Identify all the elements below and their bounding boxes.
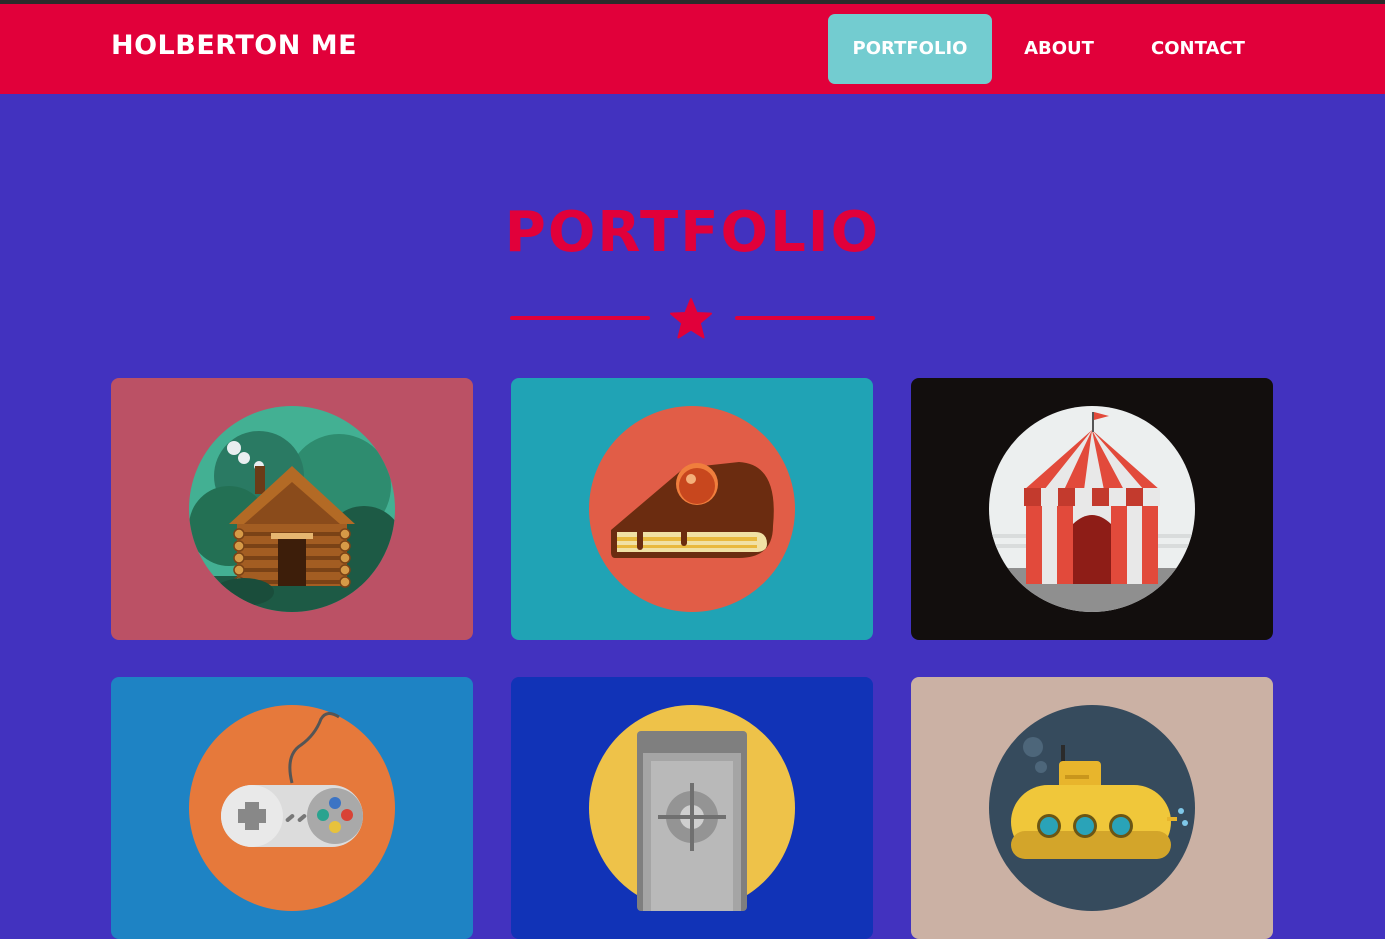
- navbar: HOLBERTON ME PORTFOLIO ABOUT CONTACT: [0, 4, 1385, 94]
- log-cabin-icon: [189, 406, 395, 612]
- portfolio-item-circus[interactable]: [911, 378, 1273, 640]
- cake-slice-icon: [589, 406, 795, 612]
- brand-logo[interactable]: HOLBERTON ME: [111, 30, 357, 61]
- safe-icon: [589, 705, 795, 911]
- game-controller-icon: [189, 705, 395, 911]
- portfolio-item-controller[interactable]: [111, 677, 473, 939]
- section-title: PORTFOLIO: [504, 200, 881, 265]
- submarine-icon: [989, 705, 1195, 911]
- nav-about-link[interactable]: ABOUT: [1000, 14, 1118, 84]
- divider-right-line: [735, 316, 875, 320]
- portfolio-item-cabin[interactable]: [111, 378, 473, 640]
- portfolio-item-cake[interactable]: [511, 378, 873, 640]
- portfolio-item-submarine[interactable]: [911, 677, 1273, 939]
- circus-tent-icon: [989, 406, 1195, 612]
- nav-contact-link[interactable]: CONTACT: [1128, 14, 1268, 84]
- portfolio-item-safe[interactable]: [511, 677, 873, 939]
- divider-left-line: [510, 316, 650, 320]
- nav-portfolio-link[interactable]: PORTFOLIO: [828, 14, 992, 84]
- star-icon: [670, 298, 712, 339]
